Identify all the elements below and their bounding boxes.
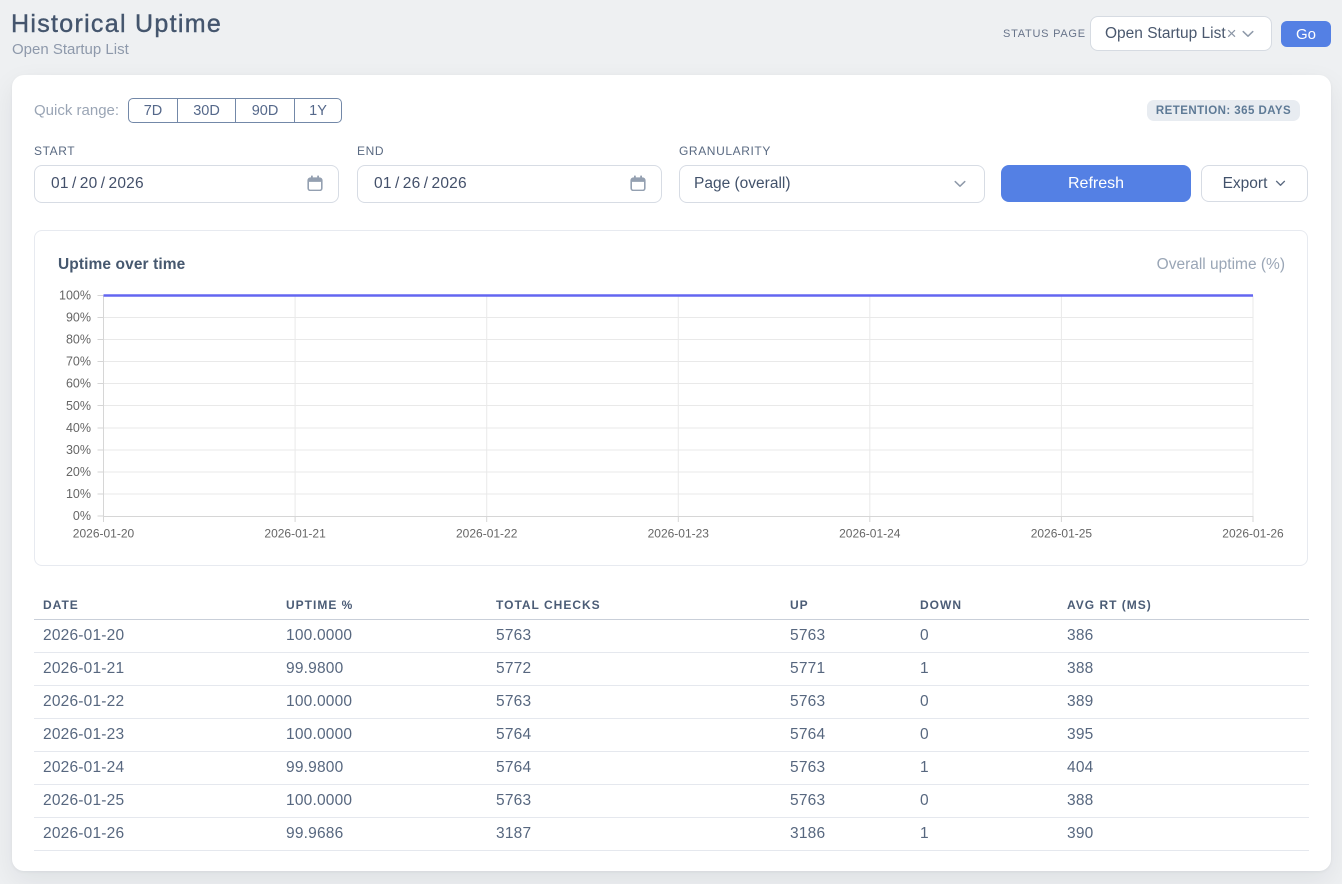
- svg-text:2026-01-25: 2026-01-25: [1031, 527, 1093, 541]
- svg-text:60%: 60%: [66, 377, 91, 391]
- svg-text:2026-01-21: 2026-01-21: [264, 527, 326, 541]
- svg-text:90%: 90%: [66, 311, 91, 325]
- svg-text:2026-01-24: 2026-01-24: [839, 527, 901, 541]
- svg-text:50%: 50%: [66, 399, 91, 413]
- svg-text:0%: 0%: [73, 509, 91, 523]
- svg-text:2026-01-23: 2026-01-23: [648, 527, 710, 541]
- svg-text:30%: 30%: [66, 443, 91, 457]
- svg-text:70%: 70%: [66, 355, 91, 369]
- svg-text:40%: 40%: [66, 421, 91, 435]
- svg-text:100%: 100%: [59, 289, 91, 303]
- svg-text:20%: 20%: [66, 465, 91, 479]
- svg-text:2026-01-22: 2026-01-22: [456, 527, 518, 541]
- svg-text:2026-01-20: 2026-01-20: [73, 527, 135, 541]
- svg-text:10%: 10%: [66, 487, 91, 501]
- svg-text:2026-01-26: 2026-01-26: [1222, 527, 1284, 541]
- svg-text:80%: 80%: [66, 333, 91, 347]
